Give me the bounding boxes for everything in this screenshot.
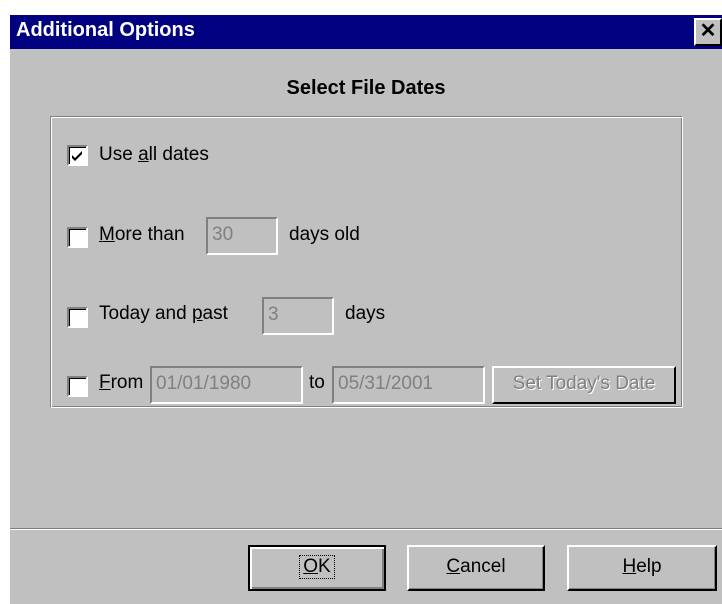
ok-button-label: OK	[299, 555, 335, 579]
close-button[interactable]: ✕	[694, 18, 722, 46]
check-icon	[72, 151, 82, 161]
help-button-label: Help	[622, 556, 662, 577]
days-old-label: days old	[289, 224, 360, 245]
close-icon: ✕	[699, 20, 717, 42]
title-bar[interactable]: Additional Options ✕	[10, 15, 722, 49]
to-label: to	[309, 372, 325, 393]
separator-highlight	[10, 529, 722, 530]
set-todays-date-button[interactable]: Set Today's Date	[492, 366, 676, 404]
additional-options-dialog: Additional Options ✕ Select File Dates U…	[8, 13, 722, 604]
cancel-button-label: Cancel	[446, 556, 506, 577]
more-than-label[interactable]: More than	[99, 224, 185, 246]
window-title: Additional Options	[16, 19, 195, 41]
more-than-days-field[interactable]: 30	[206, 217, 278, 255]
use-all-dates-label[interactable]: Use all dates	[99, 144, 209, 166]
days-label: days	[345, 303, 386, 324]
cancel-button[interactable]: Cancel	[407, 545, 545, 591]
today-and-past-label[interactable]: Today and past	[99, 303, 228, 325]
ok-button[interactable]: OK	[248, 545, 386, 591]
from-label[interactable]: From	[99, 372, 143, 394]
more-than-checkbox[interactable]	[67, 227, 88, 248]
use-all-dates-checkbox[interactable]	[67, 145, 88, 166]
past-days-field[interactable]: 3	[262, 297, 334, 335]
from-date-checkbox[interactable]	[67, 376, 88, 397]
today-and-past-checkbox[interactable]	[67, 307, 88, 328]
section-heading: Select File Dates	[286, 77, 446, 99]
file-dates-group: Use all dates More than 30 days old Toda…	[50, 116, 683, 408]
help-button[interactable]: Help	[567, 545, 717, 591]
from-date-field[interactable]: 01/01/1980	[150, 366, 303, 404]
to-date-field[interactable]: 05/31/2001	[332, 366, 485, 404]
